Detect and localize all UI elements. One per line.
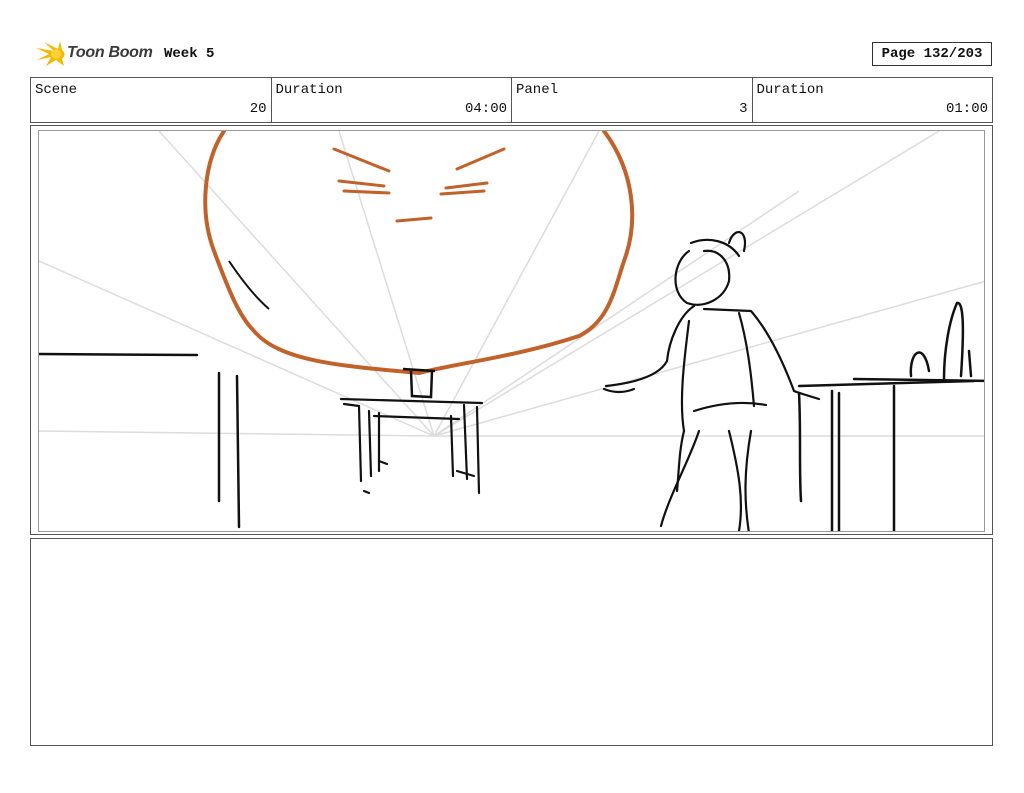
scene-duration-value: 04:00 [464,101,507,117]
panel-duration-value: 01:00 [945,101,988,117]
toon-boom-logo: Toon Boom [34,38,156,70]
scene-value: 20 [249,101,267,117]
left-counter [39,352,241,529]
storyboard-title: Week 5 [164,46,215,62]
center-desk [339,397,484,495]
standing-character [602,231,821,531]
page-number: Page 132/203 [872,42,992,66]
panel-artwork [38,130,985,532]
scene-duration-label: Duration [275,82,343,98]
panel-duration-cell: Duration 01:00 [753,78,993,122]
scene-duration-cell: Duration 04:00 [272,78,512,122]
brand-name: Toon Boom [67,44,153,61]
panel-value: 3 [739,101,748,117]
panel-info-table: Scene 20 Duration 04:00 Panel 3 Duration… [30,77,993,123]
angry-face-bubble [203,131,635,375]
scene-cell: Scene 20 [31,78,272,122]
panel-duration-label: Duration [756,82,824,98]
storyboard-sketch [39,131,984,531]
right-counter [797,377,984,531]
perspective-guides [39,131,984,437]
stools [909,301,973,381]
panel-notes-box[interactable] [30,538,993,746]
panel-cell: Panel 3 [512,78,753,122]
toon-boom-star-icon [36,41,65,66]
panel-label: Panel [516,82,559,98]
scene-label: Scene [35,82,78,98]
